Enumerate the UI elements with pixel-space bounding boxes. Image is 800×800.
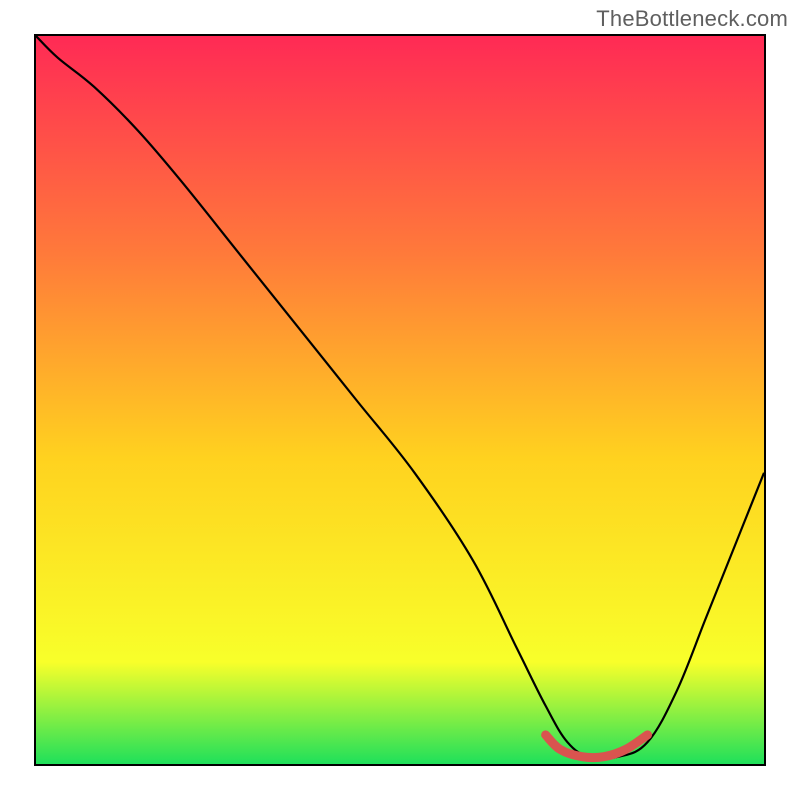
chart-svg [36, 36, 764, 764]
plot-area [36, 36, 764, 764]
chart-container: TheBottleneck.com [0, 0, 800, 800]
plot-frame [34, 34, 766, 766]
gradient-background [36, 36, 764, 764]
watermark-text: TheBottleneck.com [596, 6, 788, 32]
